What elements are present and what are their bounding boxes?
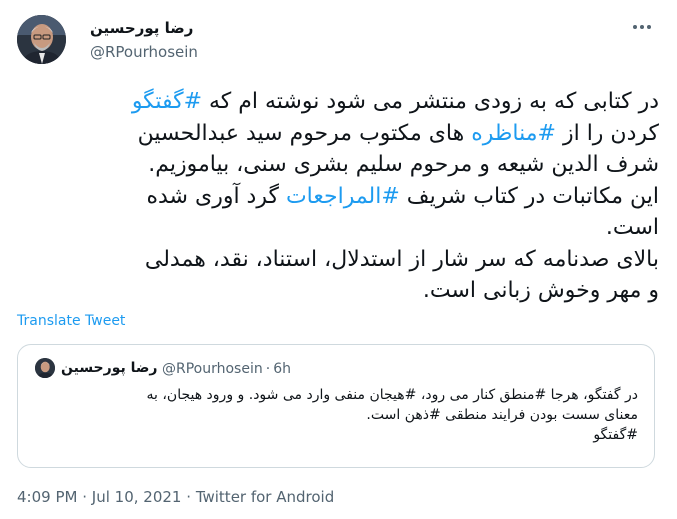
separator-dot: · — [265, 361, 271, 377]
quoted-text-line: در گفتگو، هرجا #منطق کنار می رود، #هیجان… — [146, 387, 638, 403]
tweet-text-line: در کتابی که به زودی منتشر می شود نوشته ا… — [17, 86, 659, 118]
quoted-handle-text: @RPourhosein — [162, 361, 263, 377]
separator-dot: · — [186, 488, 192, 506]
quoted-time: 6h — [273, 361, 291, 377]
more-options-button[interactable] — [628, 16, 656, 38]
quoted-text-line: #گفتگو — [593, 427, 638, 443]
tweet-text-line: این مکاتبات در کتاب شریف #المراجعات گرد … — [17, 181, 659, 213]
author-handle[interactable]: @RPourhosein — [90, 43, 198, 61]
tweet-text-line: و مهر وخوش زبانی است. — [17, 275, 659, 307]
hashtag-link[interactable]: #گفتگو — [132, 89, 202, 114]
hashtag-link[interactable]: #مناظره — [471, 121, 556, 146]
tweet-time[interactable]: 4:09 PM — [17, 488, 77, 506]
tweet-text-segment: های مکتوب مرحوم سید عبدالحسین — [137, 120, 472, 146]
tweet-text-line: شرف الدین شیعه و مرحوم سلیم بشری سنی، بی… — [17, 149, 659, 181]
tweet-metadata: 4:09 PM · Jul 10, 2021 · Twitter for And… — [17, 488, 334, 506]
separator-dot: · — [82, 488, 88, 506]
more-dot — [633, 25, 637, 29]
tweet-text-segment: در کتابی که به زودی منتشر می شود نوشته ا… — [202, 89, 659, 114]
quoted-author-handle: @RPourhosein · 6h — [162, 361, 291, 377]
tweet-text: در کتابی که به زودی منتشر می شود نوشته ا… — [17, 86, 659, 307]
more-dot — [640, 25, 644, 29]
more-dot — [647, 25, 651, 29]
tweet-text-line: است. — [17, 212, 659, 244]
tweet-source[interactable]: Twitter for Android — [196, 488, 334, 506]
tweet-text-segment: گرد آوری شده — [146, 183, 286, 209]
quoted-text-line: معنای سست بودن فرایند منطقی #ذهن است. — [366, 407, 638, 423]
tweet-text-segment: است. — [605, 215, 659, 240]
tweet-text-segment: این مکاتبات در کتاب شریف — [399, 183, 659, 209]
quoted-author-avatar — [35, 358, 55, 378]
tweet-text-segment: کردن را از — [555, 120, 659, 146]
tweet-date[interactable]: Jul 10, 2021 — [92, 488, 182, 506]
tweet-text-segment: شرف الدین شیعه و مرحوم سلیم بشری سنی، بی… — [148, 152, 659, 177]
author-avatar[interactable] — [17, 15, 66, 64]
profile-photo-icon — [17, 15, 66, 64]
quoted-author-name: رضا پورحسین — [61, 360, 158, 376]
quoted-tweet-text: در گفتگو، هرجا #منطق کنار می رود، #هیجان… — [35, 385, 638, 445]
quoted-tweet[interactable]: رضا پورحسین @RPourhosein · 6h در گفتگو، هر… — [17, 344, 655, 468]
tweet-text-line: بالای صدنامه که سر شار از استدلال، استنا… — [17, 244, 659, 276]
hashtag-link[interactable]: #المراجعات — [286, 184, 400, 209]
tweet-text-line: کردن را از #مناظره های مکتوب مرحوم سید ع… — [17, 118, 659, 150]
tweet-text-segment: و مهر وخوش زبانی است. — [422, 278, 659, 303]
author-name[interactable]: رضا پورحسین — [90, 19, 193, 37]
profile-photo-icon — [35, 358, 55, 378]
tweet-text-segment: بالای صدنامه که سر شار از استدلال، استنا… — [144, 246, 659, 272]
translate-tweet-link[interactable]: Translate Tweet — [17, 313, 125, 329]
